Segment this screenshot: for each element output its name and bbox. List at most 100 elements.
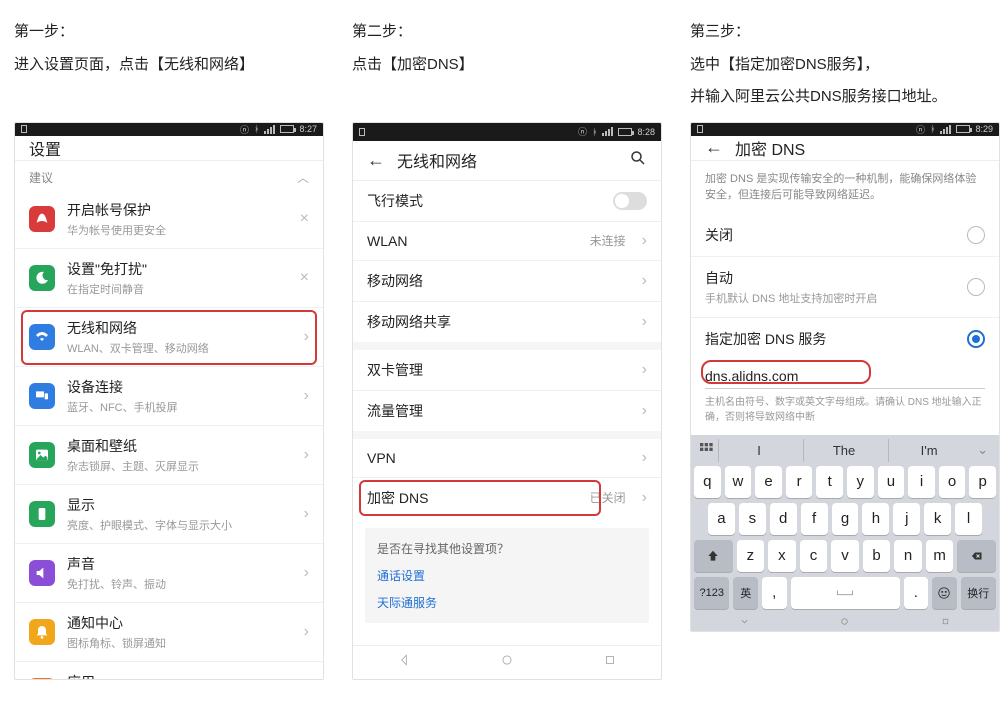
list-title: 加密 DNS	[367, 488, 578, 508]
link-skytone[interactable]: 天际通服务	[377, 594, 637, 611]
key-comma[interactable]: ,	[762, 577, 787, 609]
close-icon[interactable]: ×	[300, 210, 309, 228]
settings-item-connect[interactable]: 设备连接蓝牙、NFC、手机投屏 ›	[15, 367, 323, 426]
nav-down-icon[interactable]	[739, 614, 750, 632]
step2-title: 第二步：	[352, 18, 672, 47]
settings-item-notif[interactable]: 通知中心图标角标、锁屏通知 ›	[15, 603, 323, 662]
radio-label: 指定加密 DNS 服务	[705, 329, 967, 349]
dns-input[interactable]	[705, 364, 985, 389]
close-icon[interactable]: ×	[300, 269, 309, 287]
radio-auto[interactable]: 自动 手机默认 DNS 地址支持加密时开启	[691, 257, 999, 318]
row-mobile[interactable]: 移动网络 ›	[353, 261, 661, 302]
settings-item-display[interactable]: 显示亮度、护眼模式、字体与显示大小 ›	[15, 485, 323, 544]
radio-specify[interactable]: 指定加密 DNS 服务	[691, 318, 999, 360]
key-backspace[interactable]	[957, 540, 996, 572]
key[interactable]: h	[862, 503, 889, 535]
key[interactable]: p	[969, 466, 996, 498]
step1-title: 第一步：	[14, 18, 334, 47]
settings-item-apps[interactable]: 应用权限管理、默认应用、应用分身 ›	[15, 662, 323, 680]
nav-home-icon[interactable]	[500, 653, 514, 672]
list-sub: 亮度、护眼模式、字体与显示大小	[67, 517, 292, 533]
row-tether[interactable]: 移动网络共享 ›	[353, 302, 661, 342]
toggle-off[interactable]	[613, 192, 647, 210]
suggestion[interactable]: I	[718, 439, 799, 462]
back-icon[interactable]: ←	[705, 137, 723, 158]
row-wlan[interactable]: WLAN 未连接 ›	[353, 222, 661, 261]
chevron-right-icon: ›	[642, 313, 647, 331]
chevron-down-icon[interactable]: ⌄	[973, 442, 992, 458]
key[interactable]: f	[801, 503, 828, 535]
chevron-right-icon: ›	[642, 449, 647, 467]
radio-icon	[967, 278, 985, 296]
key[interactable]: k	[924, 503, 951, 535]
settings-item-wireless[interactable]: 无线和网络 WLAN、双卡管理、移动网络 ›	[15, 308, 323, 367]
list-title: 通知中心	[67, 613, 292, 633]
list-sub: 在指定时间静音	[67, 281, 288, 297]
apps-icon	[29, 678, 55, 680]
key[interactable]: c	[800, 540, 828, 572]
list-title: 移动网络共享	[367, 312, 630, 332]
key[interactable]: l	[955, 503, 982, 535]
nav-recent-icon[interactable]	[603, 653, 617, 672]
list-title: 流量管理	[367, 401, 630, 421]
chevron-right-icon: ›	[642, 361, 647, 379]
key[interactable]: i	[908, 466, 935, 498]
key[interactable]: q	[694, 466, 721, 498]
key[interactable]: x	[768, 540, 796, 572]
suggest-item-dnd[interactable]: 设置"免打扰" 在指定时间静音 ×	[15, 249, 323, 308]
list-sub: 免打扰、铃声、振动	[67, 576, 292, 592]
key-enter[interactable]: 换行	[961, 577, 996, 609]
key[interactable]: e	[755, 466, 782, 498]
search-icon[interactable]	[629, 149, 647, 172]
key[interactable]: t	[816, 466, 843, 498]
key[interactable]: r	[786, 466, 813, 498]
back-icon[interactable]: ←	[367, 150, 385, 171]
row-airplane[interactable]: 飞行模式	[353, 181, 661, 222]
key-shift[interactable]	[694, 540, 733, 572]
suggest-item-protect[interactable]: 开启帐号保护 华为帐号使用更安全 ×	[15, 190, 323, 249]
nav-home-icon[interactable]	[839, 614, 850, 632]
battery-icon	[280, 125, 294, 133]
row-vpn[interactable]: VPN ›	[353, 439, 661, 478]
row-dual[interactable]: 双卡管理 ›	[353, 350, 661, 391]
nfc-icon: ⓝ	[578, 125, 587, 138]
key[interactable]: g	[832, 503, 859, 535]
key[interactable]: u	[878, 466, 905, 498]
nav-recent-icon[interactable]	[940, 614, 951, 632]
chevron-right-icon: ›	[304, 387, 309, 405]
key[interactable]: n	[894, 540, 922, 572]
key[interactable]: o	[939, 466, 966, 498]
key[interactable]: b	[863, 540, 891, 572]
key[interactable]: z	[737, 540, 765, 572]
row-dns[interactable]: 加密 DNS 已关闭 ›	[353, 478, 661, 518]
key-emoji[interactable]	[932, 577, 957, 609]
header: ← 无线和网络	[353, 141, 661, 181]
key[interactable]: s	[739, 503, 766, 535]
link-call[interactable]: 通话设置	[377, 567, 637, 584]
row-traffic[interactable]: 流量管理 ›	[353, 391, 661, 431]
battery-icon	[956, 125, 970, 133]
key-num[interactable]: ?123	[694, 577, 729, 609]
intro-text: 加密 DNS 是实现传输安全的一种机制，能确保网络体验安全，但连接后可能导致网络…	[691, 161, 999, 214]
settings-item-sound[interactable]: 声音免打扰、铃声、振动 ›	[15, 544, 323, 603]
key[interactable]: d	[770, 503, 797, 535]
key[interactable]: j	[893, 503, 920, 535]
nav-back-icon[interactable]	[397, 653, 411, 672]
key-lang[interactable]: 英	[733, 577, 758, 609]
kbd-menu-icon[interactable]	[698, 441, 714, 460]
key[interactable]: v	[831, 540, 859, 572]
list-title: 无线和网络	[67, 318, 292, 338]
key[interactable]: m	[926, 540, 954, 572]
key-space[interactable]	[791, 577, 900, 609]
key[interactable]: w	[725, 466, 752, 498]
suggestion[interactable]: I'm	[888, 439, 969, 462]
key[interactable]: a	[708, 503, 735, 535]
suggest-header[interactable]: 建议︿	[15, 161, 323, 190]
settings-item-home[interactable]: 桌面和壁纸杂志锁屏、主题、灭屏显示 ›	[15, 426, 323, 485]
key-period[interactable]: .	[904, 577, 929, 609]
key[interactable]: y	[847, 466, 874, 498]
radio-off[interactable]: 关闭	[691, 214, 999, 257]
battery-icon	[618, 128, 632, 136]
suggestion[interactable]: The	[803, 439, 884, 462]
sim-icon	[21, 125, 27, 133]
